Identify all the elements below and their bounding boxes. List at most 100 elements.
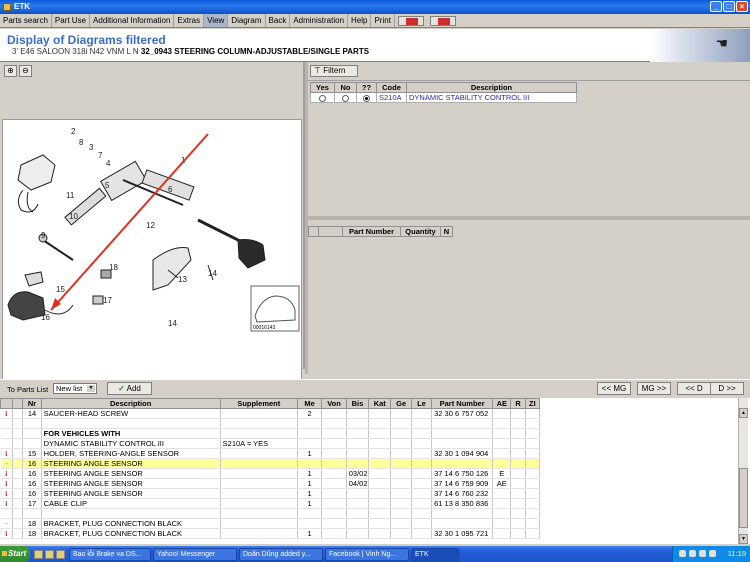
row-von bbox=[321, 518, 347, 529]
row-ae bbox=[492, 428, 512, 439]
scroll-up-icon[interactable]: ▲ bbox=[739, 408, 748, 418]
zoom-in-icon[interactable]: ⊕ bbox=[4, 65, 17, 77]
col-von: Von bbox=[321, 398, 347, 409]
row-kat bbox=[368, 498, 392, 509]
radio-yes[interactable] bbox=[319, 94, 326, 102]
menu-print[interactable]: Print bbox=[371, 14, 395, 27]
menu-view[interactable]: View bbox=[204, 14, 229, 27]
info-icon[interactable]: i bbox=[0, 488, 14, 499]
menu-back[interactable]: Back bbox=[266, 14, 291, 27]
table-row[interactable]: DYNAMIC STABILITY CONTROL III S210A = YES bbox=[0, 438, 541, 449]
tray-icon[interactable] bbox=[689, 550, 696, 557]
table-row[interactable] bbox=[0, 508, 541, 519]
row-bis bbox=[346, 528, 370, 539]
table-row[interactable]: -16 STEERING ANGLE SENSOR bbox=[0, 458, 541, 469]
row-me bbox=[297, 438, 323, 449]
row-r bbox=[510, 428, 526, 439]
zoom-out-icon[interactable]: ⊖ bbox=[19, 65, 32, 77]
info-icon[interactable]: i bbox=[0, 468, 14, 479]
task-etk[interactable]: ETK bbox=[411, 547, 459, 561]
task-yahoo-messenger[interactable]: Yahoo! Messenger bbox=[153, 547, 237, 561]
info-icon[interactable]: i bbox=[0, 478, 14, 489]
scroll-down-icon[interactable]: ▼ bbox=[739, 534, 748, 544]
task-facebook[interactable]: Facebook | Vinh Ng... bbox=[325, 547, 409, 561]
add-button[interactable]: ✓ Add bbox=[107, 382, 152, 395]
tray-icon[interactable] bbox=[699, 550, 706, 557]
row-bis bbox=[346, 458, 370, 469]
menu-administration[interactable]: Administration bbox=[290, 14, 349, 27]
menu-diagram[interactable]: Diagram bbox=[228, 14, 266, 27]
row-le bbox=[411, 458, 433, 469]
maximize-button[interactable]: □ bbox=[723, 1, 735, 12]
menu-part-use[interactable]: Part Use bbox=[52, 14, 91, 27]
callout-14a: 14 bbox=[168, 319, 177, 328]
info-icon[interactable]: i bbox=[0, 528, 14, 539]
row-r bbox=[510, 408, 526, 419]
row-le bbox=[411, 438, 433, 449]
info-icon[interactable]: i bbox=[0, 408, 14, 419]
table-row[interactable]: i 18 BRACKET, PLUG CONNECTION BLACK 1 32 30 … bbox=[0, 528, 541, 539]
warning-tool-icon[interactable] bbox=[397, 16, 424, 26]
window-titlebar: ETK _ □ × bbox=[0, 0, 750, 14]
quick-launch-icon[interactable] bbox=[34, 549, 43, 559]
row-mark bbox=[12, 408, 24, 419]
task-chat[interactable]: Doãn Dũng added y... bbox=[239, 547, 323, 561]
info-icon[interactable]: i bbox=[0, 448, 14, 459]
col-ae: AE bbox=[492, 398, 512, 409]
minimize-button[interactable]: _ bbox=[710, 1, 722, 12]
quick-launch-icon[interactable] bbox=[45, 549, 54, 559]
info-icon[interactable]: i bbox=[0, 498, 14, 509]
table-row[interactable]: i 16 STEERING ANGLE SENSOR 1 37 14 6 760 232 bbox=[0, 488, 541, 499]
table-row[interactable]: FOR VEHICLES WITH bbox=[0, 428, 541, 439]
row-me bbox=[297, 458, 323, 469]
task-browser[interactable]: Bao lỗi Brake va DS... bbox=[69, 547, 151, 561]
tray-icon[interactable] bbox=[679, 550, 686, 557]
tray-icon[interactable] bbox=[709, 550, 716, 557]
row-ae bbox=[492, 498, 512, 509]
col-supplement: Supplement bbox=[219, 398, 298, 409]
parts-list-scrollbar[interactable]: ▲ ▼ bbox=[738, 398, 748, 544]
prev-mg-button[interactable]: << MG bbox=[597, 382, 631, 395]
menu-parts-search[interactable]: Parts search bbox=[0, 14, 52, 27]
filter-button[interactable]: ⊤ Filtern bbox=[310, 65, 358, 77]
table-row[interactable]: i 15 HOLDER, STEERING-ANGLE SENSOR 1 32 30 1… bbox=[0, 448, 541, 459]
row-ae bbox=[492, 448, 512, 459]
chevron-down-icon[interactable]: ▼ bbox=[87, 385, 95, 392]
row-ae bbox=[492, 508, 512, 519]
radio-unknown[interactable] bbox=[363, 94, 370, 102]
radio-no[interactable] bbox=[342, 94, 349, 102]
table-row[interactable]: i 16 STEERING ANGLE SENSOR 1 04/02 37 14 6 75… bbox=[0, 478, 541, 489]
row-le bbox=[411, 508, 433, 519]
menu-extras[interactable]: Extras bbox=[174, 14, 205, 27]
row-part-number bbox=[431, 428, 494, 439]
row-le bbox=[411, 418, 433, 429]
table-row[interactable] bbox=[0, 418, 541, 429]
diagram-name: 32_0943 STEERING COLUMN-ADJUSTABLE/SINGL… bbox=[140, 47, 370, 56]
row-zi bbox=[525, 428, 541, 439]
next-d-button[interactable]: D >> bbox=[710, 382, 744, 395]
table-row[interactable]: i 14 SAUCER-HEAD SCREW 2 32 30 6 757 052 bbox=[0, 408, 541, 419]
row-marker bbox=[0, 418, 14, 429]
parts-diagram[interactable]: 2 8 3 7 4 5 1 6 11 12 10 9 13 15 18 17 1… bbox=[2, 119, 302, 394]
row-supplement bbox=[220, 498, 298, 509]
next-mg-button[interactable]: MG >> bbox=[637, 382, 671, 395]
col-no: No bbox=[334, 82, 357, 93]
row-von bbox=[321, 438, 347, 449]
close-button[interactable]: × bbox=[736, 1, 748, 12]
table-row[interactable]: i 16 STEERING ANGLE SENSOR 1 03/02 37 14 6 75… bbox=[0, 468, 541, 479]
horizontal-splitter[interactable] bbox=[308, 216, 750, 220]
quick-launch-icon[interactable] bbox=[56, 549, 65, 559]
row-ae bbox=[492, 488, 512, 499]
prev-d-button[interactable]: << D bbox=[677, 382, 711, 395]
table-row[interactable]: -18 BRACKET, PLUG CONNECTION BLACK bbox=[0, 518, 541, 529]
col-nr: Nr bbox=[22, 398, 42, 409]
scroll-thumb[interactable] bbox=[739, 468, 748, 528]
row-nr: 18 bbox=[22, 528, 42, 539]
parts-list-select[interactable]: New list ▼ bbox=[53, 383, 97, 394]
table-row[interactable]: i 17 CABLE CLIP 1 61 13 8 350 836 bbox=[0, 498, 541, 509]
car-tool-icon[interactable] bbox=[429, 16, 456, 26]
menu-help[interactable]: Help bbox=[348, 14, 372, 27]
start-button[interactable]: Start bbox=[0, 546, 30, 562]
row-von bbox=[321, 508, 347, 519]
menu-additional-information[interactable]: Additional Information bbox=[90, 14, 175, 27]
